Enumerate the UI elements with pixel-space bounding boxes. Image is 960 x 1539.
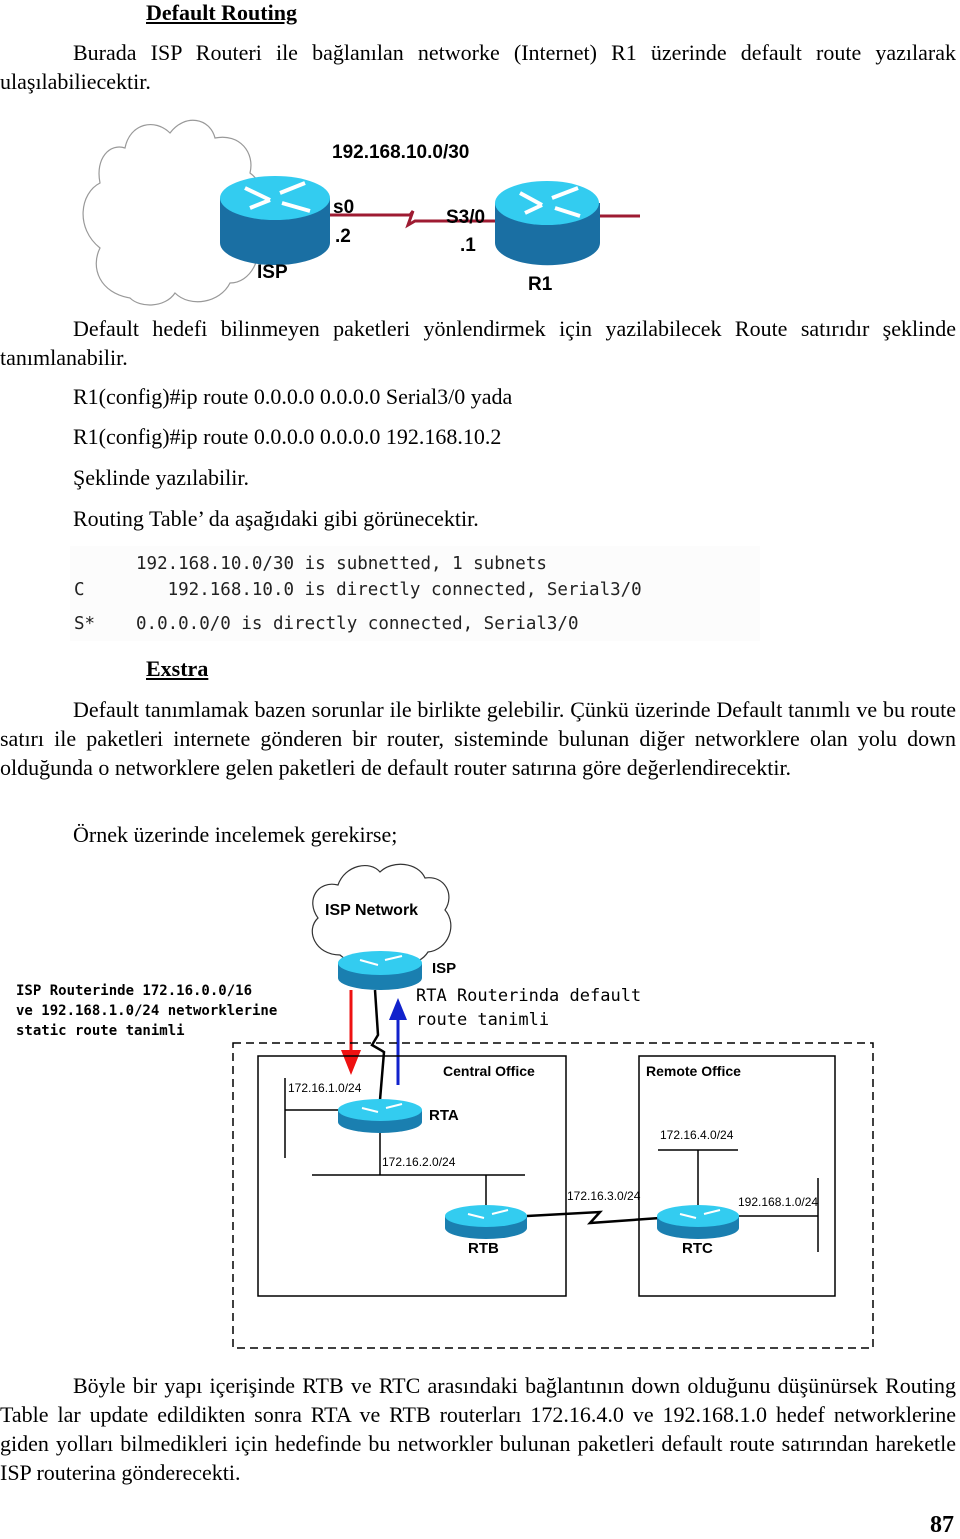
conclusion-paragraph: Böyle bir yapı içerişinde RTB ve RTC ara… [0, 1373, 956, 1485]
remote-office-label: Remote Office [646, 1063, 741, 1079]
r1-router-label: R1 [528, 274, 553, 295]
isp-network-label: ISP Network [325, 902, 418, 919]
r1-interface-label: S3/0 [446, 207, 485, 228]
rtb-rtc-serial-link [526, 1210, 661, 1225]
command-note: Şeklinde yazılabilir. [73, 465, 249, 490]
page-number: 87 [930, 1512, 954, 1538]
routing-table: 192.168.10.0/30 is subnetted, 1 subnets … [70, 546, 760, 641]
routing-table-entry: 192.168.10.0 is directly connected, Seri… [136, 580, 642, 600]
central-office-label: Central Office [443, 1063, 535, 1079]
rta-default-route-note: RTA Routerinda default [416, 986, 641, 1006]
rta-router-icon [338, 1099, 422, 1133]
routing-table-code: C [74, 580, 85, 600]
isp-r1-diagram: 192.168.10.0/30 s0 .2 S3/0 .1 ISP R1 [82, 119, 640, 306]
network-topology-diagram: ISP Network ISP ISP Routerinde 172.16.0.… [16, 863, 874, 1349]
exstra-paragraph: Default tanımlamak bazen sorunlar ile bi… [0, 697, 956, 780]
r1-router-icon [495, 181, 600, 266]
isp-interface-label: s0 [333, 197, 354, 218]
section-title-default-routing: Default Routing [146, 0, 297, 25]
rta-default-route-note: route tanimli [416, 1010, 549, 1030]
isp-static-route-note: ve 192.168.1.0/24 networklerine [16, 1003, 277, 1019]
example-intro: Örnek üzerinde incelemek gerekirse; [73, 822, 398, 847]
remote-office-box [638, 1055, 836, 1297]
isp-rta-serial-link [370, 989, 386, 1101]
intro-paragraph: Burada ISP Routeri ile bağlanılan networ… [0, 40, 956, 94]
rtc-router-icon [657, 1205, 739, 1239]
isp-router-icon [338, 951, 422, 990]
isp-router-label: ISP [432, 960, 456, 977]
command-line-2: R1(config)#ip route 0.0.0.0 0.0.0.0 192.… [73, 424, 502, 449]
rtb-router-icon [445, 1205, 527, 1239]
network-172-16-3-label: 172.16.3.0/24 [567, 1189, 641, 1203]
isp-router-label: ISP [257, 262, 288, 283]
r1-address-label: .1 [460, 235, 476, 256]
isp-address-label: .2 [335, 226, 351, 247]
routing-table-intro: Routing Table’ da aşağıdaki gibi görünec… [73, 506, 479, 531]
rta-router-label: RTA [429, 1107, 459, 1124]
isp-static-route-note: static route tanimli [16, 1023, 185, 1039]
network-172-16-4-label: 172.16.4.0/24 [660, 1128, 734, 1142]
command-line-1: R1(config)#ip route 0.0.0.0 0.0.0.0 Seri… [73, 384, 513, 409]
rtb-router-label: RTB [468, 1240, 499, 1257]
arrow-down-red-icon [341, 990, 361, 1075]
arrow-up-blue-icon [389, 998, 407, 1085]
network-172-16-1-label: 172.16.1.0/24 [288, 1081, 362, 1095]
routing-table-code: S* [74, 614, 96, 634]
rtc-router-label: RTC [682, 1240, 713, 1257]
isp-static-route-note: ISP Routerinde 172.16.0.0/16 [16, 983, 252, 999]
routing-table-entry: 0.0.0.0/0 is directly connected, Serial3… [136, 614, 579, 634]
routing-table-entry: 192.168.10.0/30 is subnetted, 1 subnets [136, 554, 547, 574]
section-title-exstra: Exstra [146, 656, 209, 681]
network-172-16-2-label: 172.16.2.0/24 [382, 1155, 456, 1169]
subnet-label: 192.168.10.0/30 [332, 142, 469, 163]
network-192-168-1-label: 192.168.1.0/24 [738, 1195, 818, 1209]
isp-router-icon [220, 176, 330, 265]
default-description-paragraph: Default hedefi bilinmeyen paketleri yönl… [0, 316, 956, 370]
